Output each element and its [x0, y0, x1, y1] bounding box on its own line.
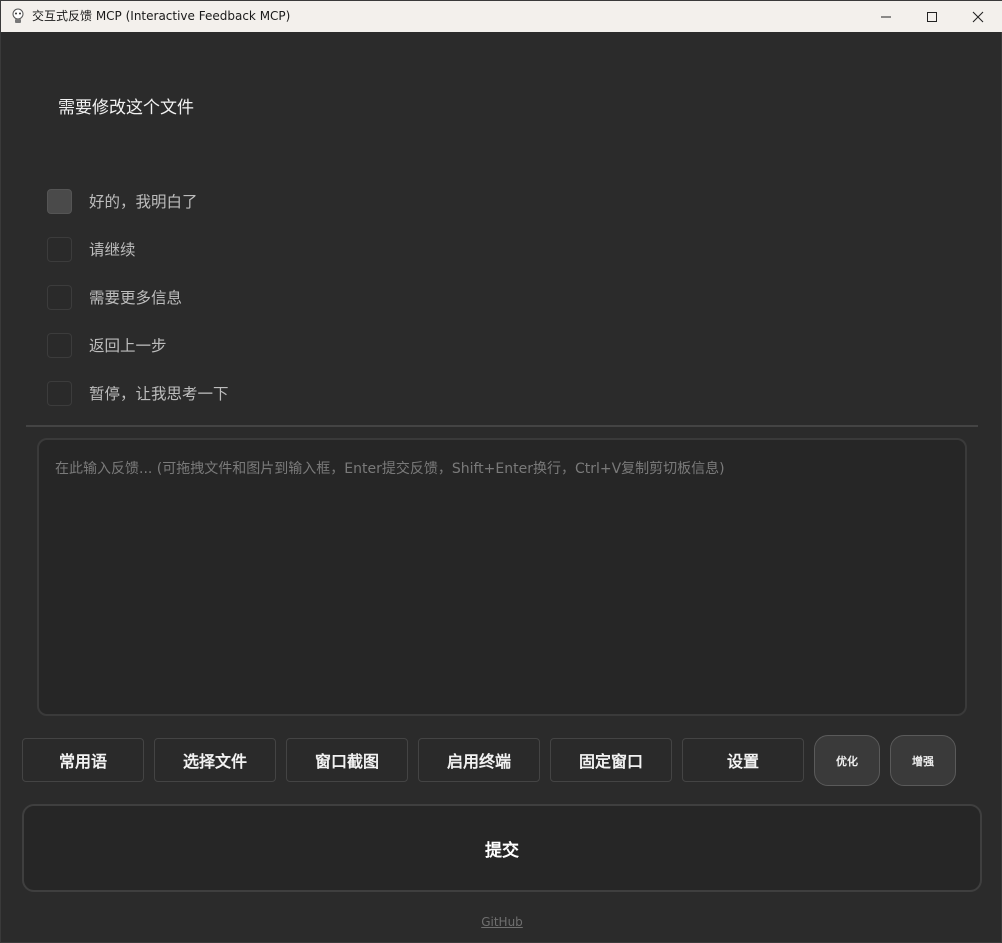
option-label: 返回上一步 [89, 337, 167, 355]
option-item[interactable]: 返回上一步 [47, 332, 447, 358]
submit-button[interactable]: 提交 [22, 804, 982, 892]
optimize-button[interactable]: 优化 [814, 735, 880, 786]
pin-window-button[interactable]: 固定窗口 [550, 738, 672, 782]
settings-button[interactable]: 设置 [682, 738, 804, 782]
option-label: 暂停，让我思考一下 [89, 385, 229, 403]
enable-terminal-button[interactable]: 启用终端 [418, 738, 540, 782]
option-item[interactable]: 请继续 [47, 236, 447, 262]
close-button[interactable] [955, 1, 1001, 32]
feedback-box[interactable] [37, 438, 967, 716]
option-item[interactable]: 好的，我明白了 [47, 188, 447, 214]
title-bar[interactable]: 交互式反馈 MCP (Interactive Feedback MCP) [1, 1, 1002, 32]
option-item[interactable]: 暂停，让我思考一下 [47, 380, 447, 406]
option-checkbox[interactable] [47, 332, 72, 358]
window-screenshot-button[interactable]: 窗口截图 [286, 738, 408, 782]
option-checkbox[interactable] [47, 188, 72, 214]
common-phrases-button[interactable]: 常用语 [22, 738, 144, 782]
option-checkbox[interactable] [47, 380, 72, 406]
maximize-icon [927, 11, 937, 22]
select-file-button[interactable]: 选择文件 [154, 738, 276, 782]
enhance-button[interactable]: 增强 [890, 735, 956, 786]
option-label: 请继续 [89, 241, 136, 259]
feedback-input[interactable] [39, 440, 965, 714]
maximize-button[interactable] [909, 1, 955, 32]
option-label: 好的，我明白了 [89, 193, 198, 211]
option-item[interactable]: 需要更多信息 [47, 284, 447, 310]
option-checkbox[interactable] [47, 284, 72, 310]
divider [26, 425, 978, 427]
prompt-text: 需要修改这个文件 [58, 98, 194, 118]
option-label: 需要更多信息 [89, 289, 183, 307]
close-icon [972, 11, 984, 22]
window-title: 交互式反馈 MCP (Interactive Feedback MCP) [32, 9, 291, 23]
option-checkbox[interactable] [47, 236, 72, 262]
app-icon [10, 8, 26, 24]
app-window: 交互式反馈 MCP (Interactive Feedback MCP) 需要修… [0, 0, 1002, 943]
minimize-icon [881, 16, 891, 17]
minimize-button[interactable] [863, 1, 909, 32]
github-link[interactable]: GitHub [1, 915, 1002, 929]
